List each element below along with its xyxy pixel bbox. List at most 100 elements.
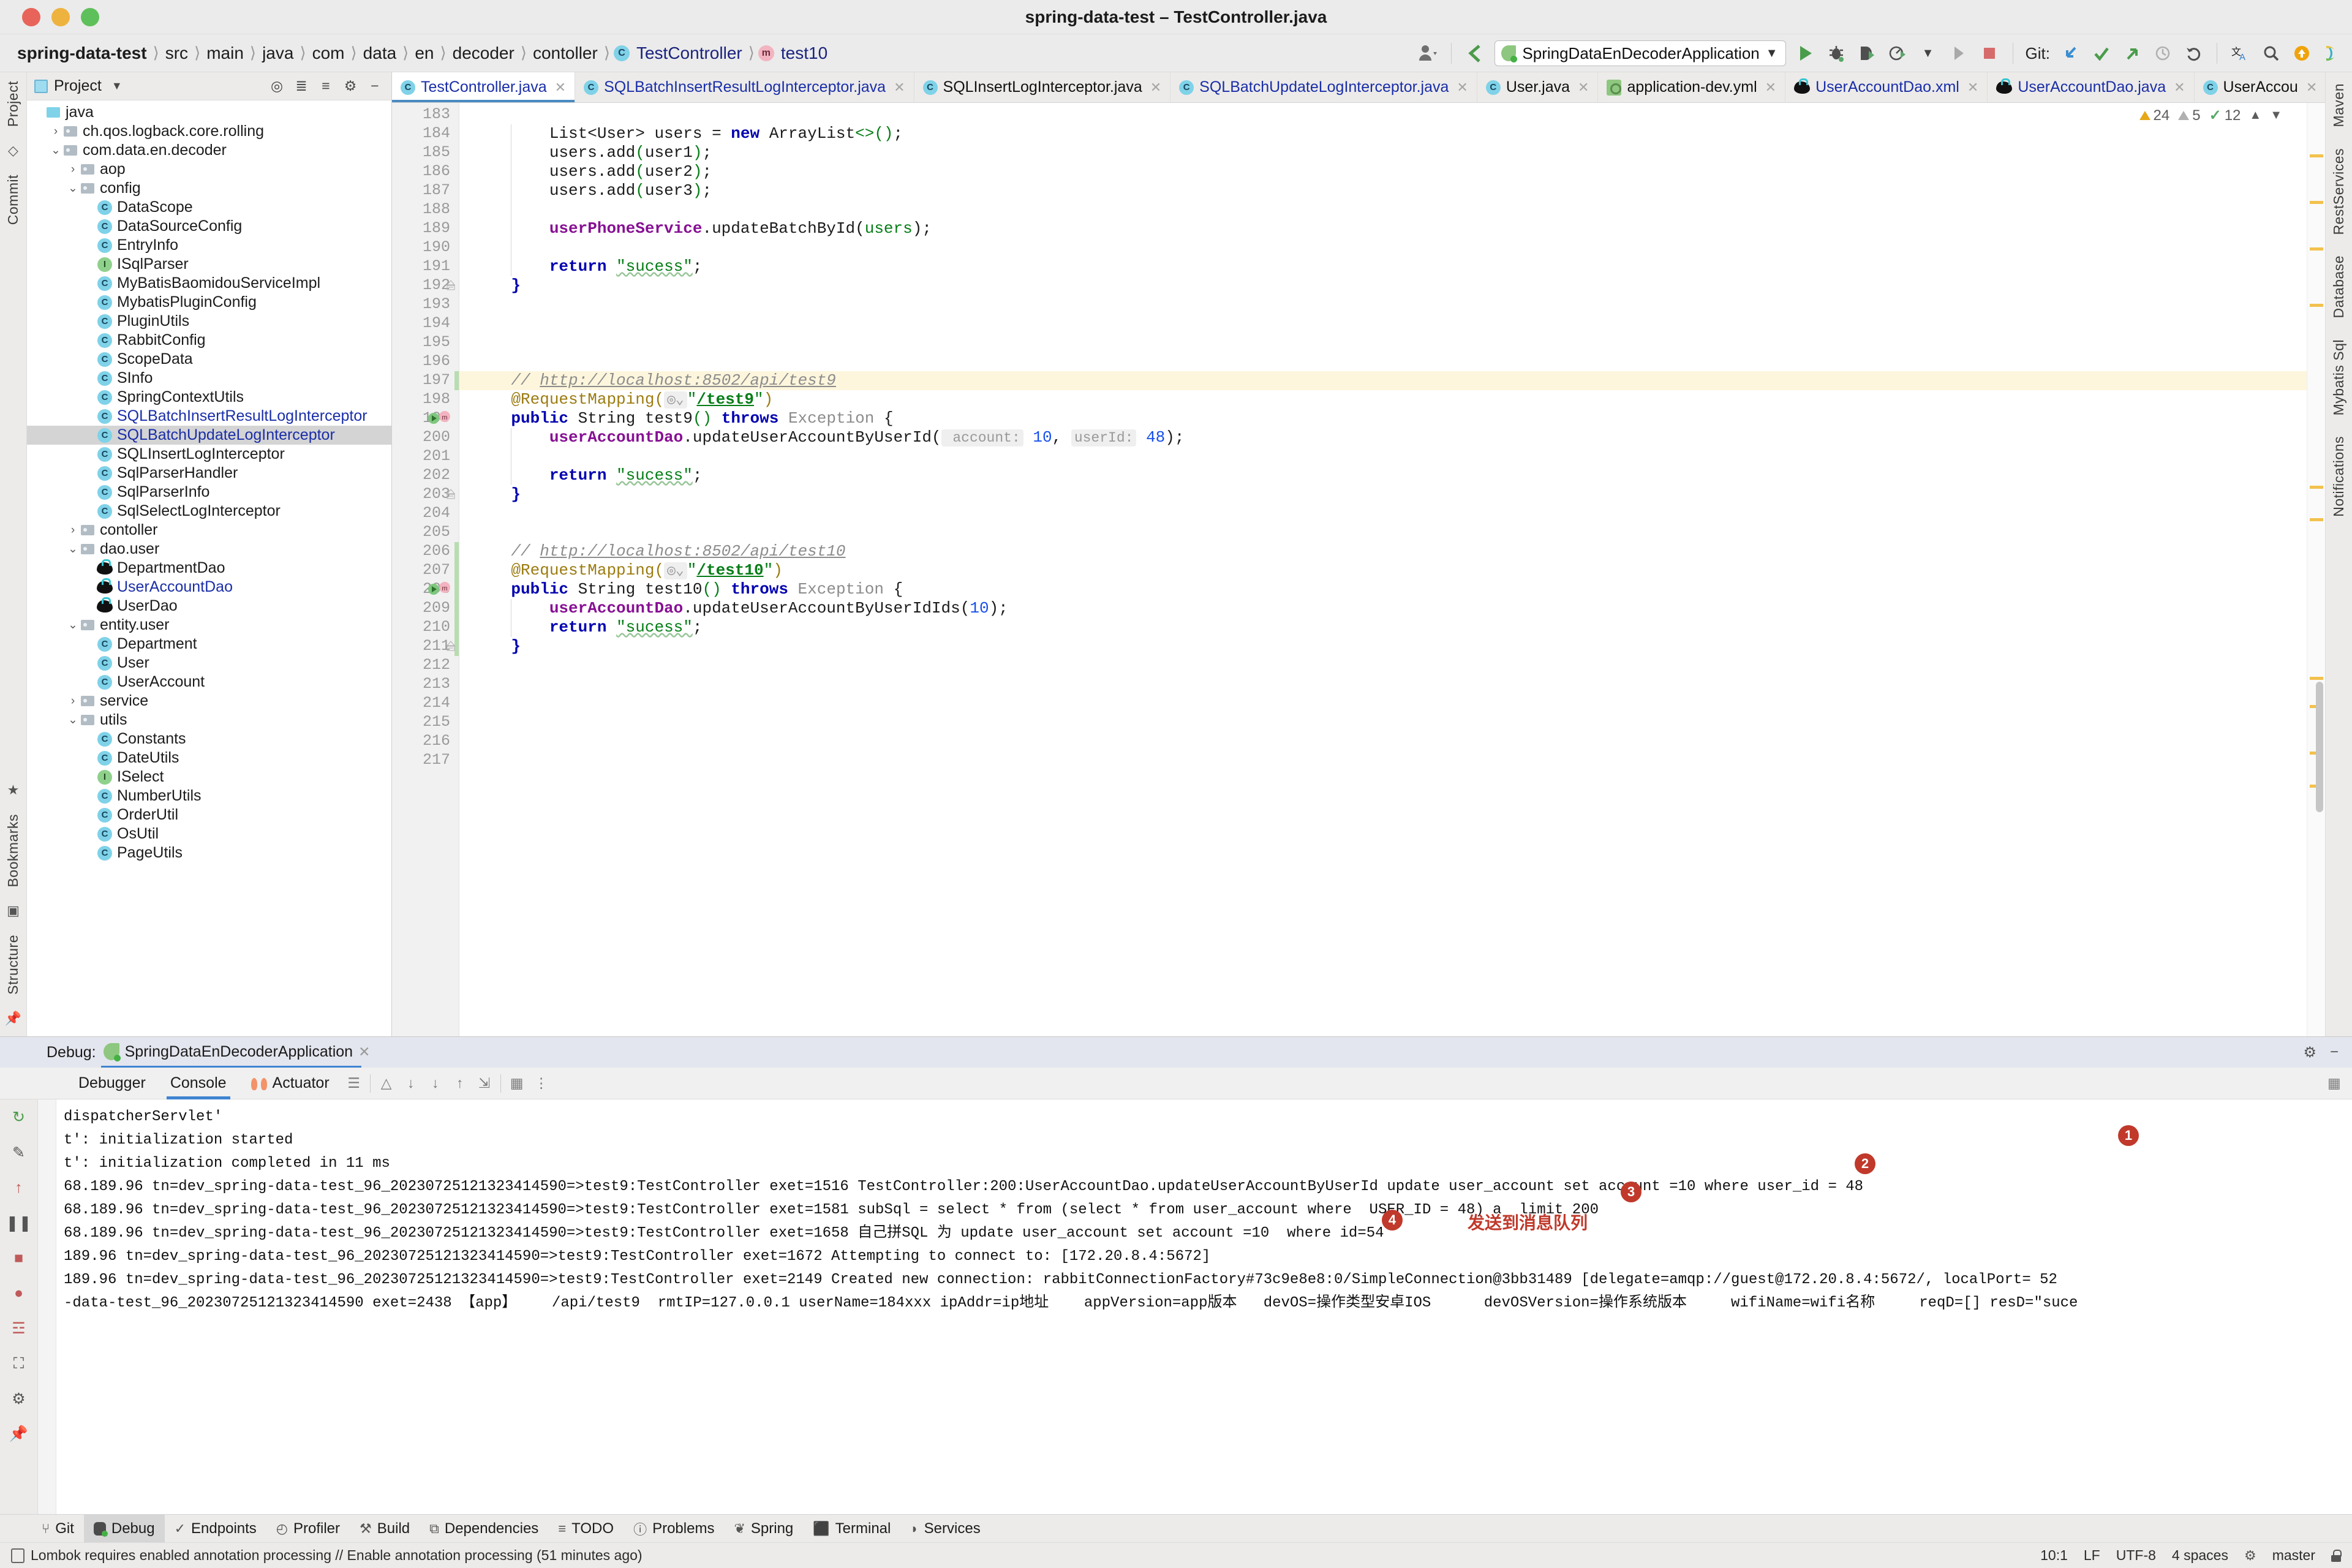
window-controls[interactable] — [22, 7, 99, 26]
profiler-icon[interactable] — [1887, 40, 1909, 67]
tree-node[interactable]: ›IISqlParser — [27, 255, 391, 274]
breadcrumb-main[interactable]: main — [204, 43, 246, 63]
chevron-right-icon[interactable]: › — [66, 163, 80, 176]
tree-node[interactable]: ›DepartmentDao — [27, 559, 391, 578]
close-tab-icon[interactable]: ✕ — [1150, 80, 1161, 96]
close-tab-icon[interactable]: ✕ — [555, 80, 566, 96]
soft-wrap-icon[interactable]: ☰ — [342, 1075, 366, 1091]
breadcrumb-en[interactable]: en — [412, 43, 436, 63]
tree-node[interactable]: ⌄ dao.user — [27, 540, 391, 559]
tree-node[interactable]: ›java — [27, 103, 391, 122]
tree-node[interactable]: ›CSqlSelectLogInterceptor — [27, 502, 391, 521]
git-branch[interactable]: master — [2272, 1547, 2315, 1564]
update-icon[interactable] — [2291, 40, 2313, 67]
tool-window-button-terminal[interactable]: ⬛ Terminal — [803, 1515, 900, 1543]
lock-icon[interactable] — [2331, 1549, 2342, 1562]
caret-position[interactable]: 10:1 — [2040, 1547, 2068, 1564]
editor-tab[interactable]: UserAccountDao.java ✕ — [1988, 72, 2195, 102]
bookmarks-icon[interactable]: ★ — [7, 782, 20, 798]
tab-debugger[interactable]: Debugger — [66, 1068, 158, 1099]
close-tab-icon[interactable]: ✕ — [1578, 80, 1589, 96]
tool-window-button-profiler[interactable]: ◴ Profiler — [266, 1515, 350, 1543]
close-tab-icon[interactable]: ✕ — [1457, 80, 1468, 96]
editor-tab-bar[interactable]: C TestController.java ✕ C SQLBatchInsertResu… — [392, 72, 2325, 103]
tree-node[interactable]: ›CSQLInsertLogInterceptor — [27, 445, 391, 464]
git-update-icon[interactable] — [2060, 40, 2082, 67]
breadcrumb-java[interactable]: java — [260, 43, 296, 63]
chevron-down-icon[interactable]: ⌄ — [66, 618, 80, 632]
edit-icon[interactable]: ✎ — [12, 1144, 25, 1162]
vcs-change-marker[interactable] — [454, 371, 459, 390]
end-icon[interactable]: ⇲ — [472, 1075, 497, 1091]
stop-icon[interactable] — [1978, 40, 2000, 67]
close-tab-icon[interactable]: ✕ — [894, 80, 905, 96]
stop-icon[interactable]: ■ — [14, 1250, 23, 1267]
close-tab-icon[interactable]: ✕ — [1765, 80, 1776, 96]
search-icon[interactable] — [2260, 40, 2282, 67]
settings-icon[interactable]: ⚙ — [12, 1390, 25, 1408]
tab-console[interactable]: Console — [158, 1068, 239, 1099]
inspection-marker[interactable] — [2310, 247, 2323, 251]
editor-tab[interactable]: application-dev.yml ✕ — [1598, 72, 1786, 102]
tree-node[interactable]: ›CSQLBatchUpdateLogInterceptor — [27, 426, 391, 445]
run-configuration-selector[interactable]: SpringDataEnDecoderApplication ▼ — [1494, 40, 1786, 66]
gear-icon[interactable]: ⚙ — [341, 78, 360, 94]
tree-node[interactable]: ›CDateUtils — [27, 748, 391, 767]
sidebar-item-project[interactable]: Project — [5, 81, 21, 127]
tree-node[interactable]: ⌄ utils — [27, 710, 391, 729]
code-content[interactable]: 24 5 ✓ 12 ▲ ▼ List<User> users = new Arra… — [459, 103, 2307, 1036]
pin-icon[interactable]: 📌 — [5, 1011, 21, 1027]
editor-tab[interactable]: C TestController.java ✕ — [392, 72, 576, 102]
editor-scrollbar-thumb[interactable] — [2316, 681, 2323, 813]
editor-tab[interactable]: C SQLBatchInsertResultLogInterceptor.java… — [575, 72, 914, 102]
scroll-down-icon[interactable]: ↓ — [399, 1075, 423, 1091]
tree-node[interactable]: ⌄ com.data.en.decoder — [27, 141, 391, 160]
pin-icon[interactable]: 📌 — [9, 1425, 28, 1443]
editor-tab[interactable]: C SQLInsertLogInterceptor.java ✕ — [914, 72, 1171, 102]
tree-node[interactable]: › service — [27, 692, 391, 710]
tool-window-button-dependencies[interactable]: ⧉ Dependencies — [420, 1515, 548, 1543]
breadcrumb-class[interactable]: TestController — [634, 43, 745, 63]
inspection-marker[interactable] — [2310, 518, 2323, 522]
tree-node[interactable]: ›CRabbitConfig — [27, 331, 391, 350]
breadcrumb-src[interactable]: src — [163, 43, 190, 63]
clear-all-icon[interactable]: ⋮ — [529, 1075, 554, 1091]
view-breakpoints-icon[interactable]: ☲ — [12, 1319, 25, 1338]
scroll-to-top-icon[interactable]: △ — [374, 1075, 399, 1091]
tree-node[interactable]: ›CDepartment — [27, 635, 391, 654]
sidebar-item-mybatissql[interactable]: Mybatis Sql — [2331, 339, 2347, 415]
translate-icon[interactable]: 文A — [2230, 40, 2252, 67]
tree-node[interactable]: ›CMyBatisBaomidouServiceImpl — [27, 274, 391, 293]
sidebar-item-database[interactable]: Database — [2331, 255, 2347, 318]
tool-window-button-build[interactable]: ⚒ Build — [350, 1515, 420, 1543]
sidebar-item-commit[interactable]: Commit — [5, 175, 21, 225]
close-tab-icon[interactable]: ✕ — [2306, 80, 2317, 96]
tree-node[interactable]: › contoller — [27, 521, 391, 540]
layout-settings-icon[interactable]: ▦ — [2328, 1075, 2352, 1091]
maximize-window-button[interactable] — [81, 7, 99, 26]
event-log-icon[interactable] — [11, 1548, 24, 1563]
project-tree[interactable]: ›java›ch.qos.logback.core.rolling⌄com.da… — [27, 100, 391, 1036]
chevron-right-icon[interactable]: › — [66, 695, 80, 708]
line-separator[interactable]: LF — [2084, 1547, 2100, 1564]
tree-node[interactable]: ›IISelect — [27, 767, 391, 786]
tree-node[interactable]: ›CSInfo — [27, 369, 391, 388]
tree-node[interactable]: ›CMybatisPluginConfig — [27, 293, 391, 312]
editor-tab[interactable]: C User.java ✕ — [1477, 72, 1599, 102]
tool-window-button-spring[interactable]: ❦ Spring — [724, 1515, 803, 1543]
code-fold-icon[interactable] — [446, 641, 456, 655]
tree-node[interactable]: ⌄ config — [27, 179, 391, 198]
tree-node[interactable]: ›CPluginUtils — [27, 312, 391, 331]
tool-window-button-problems[interactable]: ⓘ Problems — [624, 1515, 724, 1543]
tree-node[interactable]: ›UserDao — [27, 597, 391, 616]
tree-node[interactable]: ›UserAccountDao — [27, 578, 391, 597]
editor-tab[interactable]: C UserAccou ✕ — [2195, 72, 2325, 102]
close-window-button[interactable] — [22, 7, 40, 26]
breadcrumb-com[interactable]: com — [310, 43, 347, 63]
rerun-icon[interactable]: ↻ — [12, 1108, 25, 1126]
chevron-right-icon[interactable]: › — [49, 125, 62, 138]
breadcrumb-data[interactable]: data — [361, 43, 399, 63]
debug-icon[interactable] — [1825, 40, 1847, 67]
tree-node[interactable]: ›CDataScope — [27, 198, 391, 217]
tree-node[interactable]: › aop — [27, 160, 391, 179]
